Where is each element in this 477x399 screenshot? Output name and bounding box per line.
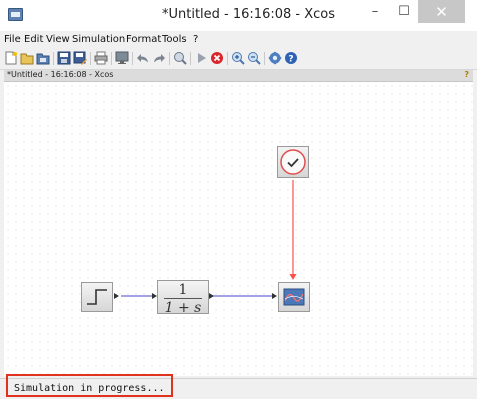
xcos-window: *Untitled - 16:16:08 - Xcos – ☐ ✕ File E… [0, 0, 477, 399]
activation-link-arrow [289, 274, 297, 280]
new-icon[interactable] [4, 51, 18, 65]
title-bar: *Untitled - 16:16:08 - Xcos – ☐ ✕ [0, 0, 477, 31]
zoom-in-icon[interactable] [231, 51, 245, 65]
status-highlight-box [6, 374, 173, 397]
toolbar-separator [111, 52, 112, 65]
clock-icon [280, 149, 306, 175]
start-icon[interactable] [194, 51, 208, 65]
svg-text:?: ? [288, 55, 293, 65]
step-block[interactable] [81, 282, 113, 312]
toolbar-separator [53, 52, 54, 65]
links-layer [114, 180, 297, 299]
menu-tools[interactable]: Tools [162, 34, 187, 45]
toolbar-separator [190, 52, 191, 65]
save-as-icon[interactable] [73, 51, 87, 65]
open-icon[interactable] [20, 51, 34, 65]
tf-output-port[interactable] [209, 293, 214, 299]
help-icon[interactable]: ? [284, 51, 298, 65]
menu-edit[interactable]: Edit [24, 34, 43, 45]
print-icon[interactable] [94, 51, 108, 65]
document-header: *Untitled - 16:16:08 - Xcos ? [4, 70, 473, 82]
fit-diagram-icon[interactable] [173, 51, 187, 65]
palette-browser-icon[interactable] [268, 51, 282, 65]
scope-block[interactable] [278, 282, 310, 312]
menu-help[interactable]: ? [193, 34, 198, 45]
toolbar-separator [90, 52, 91, 65]
transfer-function-formula: 1 1 + s [164, 283, 202, 315]
step-output-port[interactable] [114, 293, 119, 299]
toolbar-separator [227, 52, 228, 65]
menu-bar: File Edit View Simulation Format Tools ? [0, 31, 477, 48]
toolbar-separator [264, 52, 265, 65]
zoom-out-icon[interactable] [247, 51, 261, 65]
document-help-icon[interactable]: ? [464, 70, 469, 79]
transfer-function-block[interactable]: 1 1 + s [157, 280, 209, 315]
toolbar: ? [0, 48, 477, 70]
undo-icon[interactable] [136, 51, 150, 65]
toolbar-separator [132, 52, 133, 65]
scope-input-port[interactable] [272, 293, 277, 299]
step-function-icon [87, 289, 107, 305]
document-title: *Untitled - 16:16:08 - Xcos [7, 70, 114, 79]
scope-icon [283, 288, 305, 306]
close-button[interactable]: ✕ [418, 0, 465, 23]
maximize-button[interactable]: ☐ [390, 0, 418, 23]
open-in-scilab-icon[interactable] [36, 51, 50, 65]
tf-denominator: 1 + s [164, 300, 202, 316]
save-icon[interactable] [57, 51, 71, 65]
diagram-canvas[interactable]: 1 1 + s [4, 82, 473, 376]
minimize-button[interactable]: – [361, 0, 389, 23]
tf-numerator: 1 [178, 282, 188, 298]
redo-icon[interactable] [152, 51, 166, 65]
export-icon[interactable] [115, 51, 129, 65]
clock-block[interactable] [277, 146, 309, 178]
menu-file[interactable]: File [4, 34, 21, 45]
menu-simulation[interactable]: Simulation [72, 34, 125, 45]
stop-icon[interactable] [210, 51, 224, 65]
toolbar-separator [169, 52, 170, 65]
menu-format[interactable]: Format [126, 34, 161, 45]
menu-view[interactable]: View [46, 34, 70, 45]
